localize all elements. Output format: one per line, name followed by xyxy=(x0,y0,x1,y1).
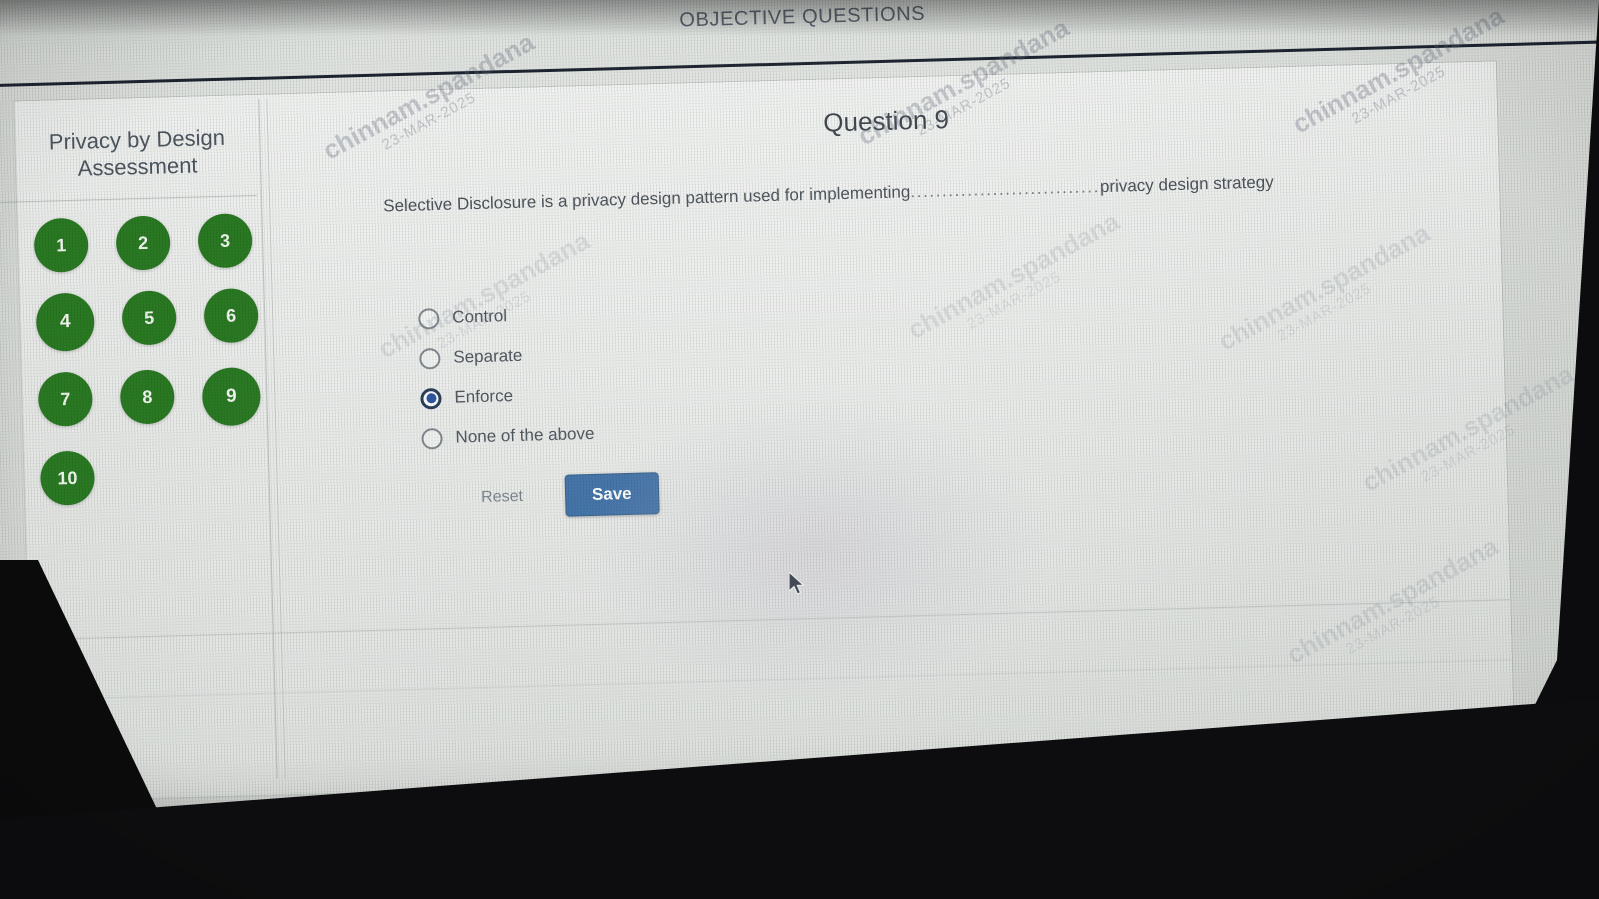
question-navigator-row: 4 5 6 xyxy=(35,287,271,352)
form-actions: Reset Save xyxy=(481,472,660,519)
sidebar-question-2[interactable]: 2 xyxy=(115,215,171,271)
option-label-control: Control xyxy=(452,306,508,327)
question-text-after: privacy design strategy xyxy=(1099,172,1275,197)
sidebar-question-10[interactable]: 10 xyxy=(39,450,96,506)
radio-icon-enforce-selected[interactable] xyxy=(420,387,442,410)
sidebar-divider xyxy=(0,194,257,204)
monitor-photo: OBJECTIVE QUESTIONS Privacy by Design As… xyxy=(0,0,1599,899)
option-label-enforce: Enforce xyxy=(454,386,514,407)
sidebar-question-7[interactable]: 7 xyxy=(37,371,94,427)
sidebar-question-6[interactable]: 6 xyxy=(203,287,259,344)
radio-icon-control[interactable] xyxy=(418,307,440,330)
question-navigator-row: 7 8 9 xyxy=(37,366,274,431)
question-text-before: Selective Disclosure is a privacy design… xyxy=(382,182,911,216)
question-navigator-row: 1 2 3 xyxy=(33,213,269,273)
sidebar-question-9[interactable]: 9 xyxy=(201,366,262,427)
option-label-none-of-the-above: None of the above xyxy=(455,423,595,447)
assessment-card: Privacy by Design Assessment 1 2 3 4 5 6 xyxy=(0,61,1515,802)
sidebar-question-8[interactable]: 8 xyxy=(119,369,176,425)
question-number-heading: Question 9 xyxy=(822,104,950,138)
sidebar-question-4[interactable]: 4 xyxy=(35,292,96,352)
question-text: Selective Disclosure is a privacy design… xyxy=(383,168,1403,218)
question-panel: Question 9 Selective Disclosure is a pri… xyxy=(274,61,1514,794)
radio-icon-none-of-the-above[interactable] xyxy=(421,427,443,450)
answer-options: Control Separate Enforce None of the abo… xyxy=(418,285,942,459)
save-button[interactable]: Save xyxy=(564,472,660,517)
radio-icon-separate[interactable] xyxy=(419,347,441,370)
question-blank: .............................. xyxy=(910,177,1101,202)
sidebar: Privacy by Design Assessment 1 2 3 4 5 6 xyxy=(0,95,276,801)
web-page: OBJECTIVE QUESTIONS Privacy by Design As… xyxy=(0,0,1599,823)
screen-surface: OBJECTIVE QUESTIONS Privacy by Design As… xyxy=(0,0,1599,823)
sidebar-question-5[interactable]: 5 xyxy=(121,290,177,346)
question-navigator-row: 10 xyxy=(39,446,276,506)
question-navigator: 1 2 3 4 5 6 7 8 9 10 xyxy=(33,213,276,527)
option-label-separate: Separate xyxy=(453,345,523,367)
reset-button[interactable]: Reset xyxy=(481,488,523,507)
sidebar-question-1[interactable]: 1 xyxy=(33,217,89,273)
sidebar-question-3[interactable]: 3 xyxy=(197,213,253,269)
sidebar-title: Privacy by Design Assessment xyxy=(48,124,226,181)
